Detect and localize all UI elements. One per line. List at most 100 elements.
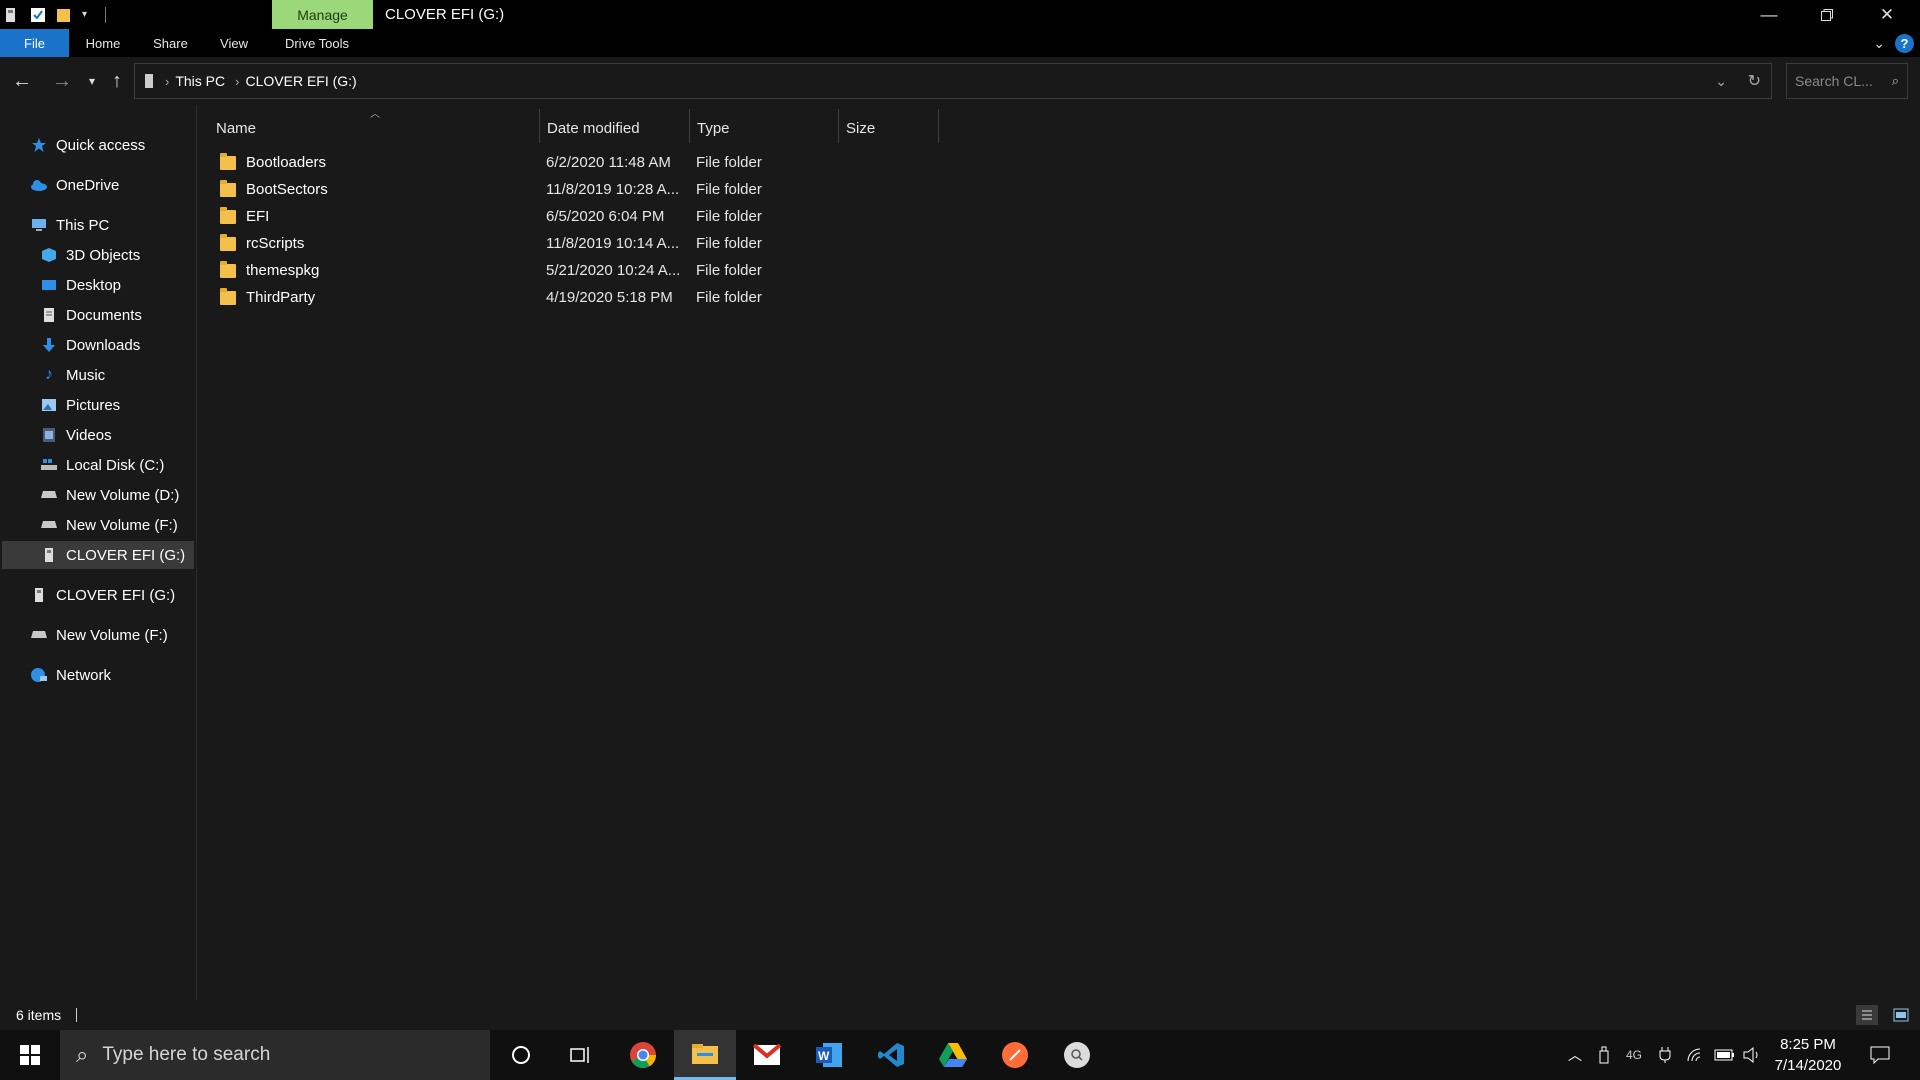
network-icon: [30, 666, 48, 684]
file-date: 11/8/2019 10:28 A...: [546, 181, 680, 198]
sidebar-item-music[interactable]: ♪ Music: [40, 362, 190, 388]
column-divider[interactable]: [938, 109, 939, 143]
expand-ribbon-chevron-icon[interactable]: ⌄: [1873, 35, 1885, 52]
sidebar-item-downloads[interactable]: Downloads: [40, 332, 190, 358]
status-divider: [76, 1008, 77, 1022]
sidebar-item-pictures[interactable]: Pictures: [40, 392, 190, 418]
table-row[interactable]: themespkg 5/21/2020 10:24 A... File fold…: [220, 257, 920, 284]
show-hidden-icons-button[interactable]: ︿: [1562, 1030, 1588, 1080]
start-button[interactable]: [0, 1030, 60, 1080]
table-row[interactable]: BootSectors 11/8/2019 10:28 A... File fo…: [220, 176, 920, 203]
sidebar-item-new-volume-f-root[interactable]: New Volume (F:): [30, 622, 190, 648]
chrome-icon: [630, 1042, 657, 1069]
help-icon[interactable]: ?: [1895, 33, 1914, 53]
taskbar-app-postman[interactable]: [984, 1030, 1046, 1080]
file-name: themespkg: [246, 262, 320, 279]
sidebar-item-new-volume-d[interactable]: New Volume (D:): [40, 482, 190, 508]
cortana-button[interactable]: [490, 1030, 552, 1080]
address-bar[interactable]: › This PC › CLOVER EFI (G:) ⌄ ↻: [134, 63, 1772, 99]
sidebar-item-clover-efi-g[interactable]: CLOVER EFI (G:): [2, 541, 194, 569]
taskbar-app-chrome[interactable]: [612, 1030, 674, 1080]
breadcrumb-this-pc[interactable]: This PC: [175, 73, 225, 89]
table-row[interactable]: rcScripts 11/8/2019 10:14 A... File fold…: [220, 230, 920, 257]
sidebar-item-desktop[interactable]: Desktop: [40, 272, 190, 298]
back-button[interactable]: ←: [10, 69, 34, 93]
svg-text:W: W: [818, 1049, 830, 1063]
taskbar-app-gmail[interactable]: [736, 1030, 798, 1080]
sidebar-item-this-pc[interactable]: This PC: [30, 212, 190, 238]
minimize-button[interactable]: —: [1740, 0, 1798, 29]
item-count: 6 items: [16, 1007, 62, 1023]
restore-button[interactable]: [1798, 0, 1856, 29]
tab-drive-tools[interactable]: Drive Tools: [264, 29, 370, 57]
file-type: File folder: [696, 235, 762, 252]
sidebar-item-label: This PC: [56, 216, 110, 234]
tab-home[interactable]: Home: [69, 29, 137, 57]
taskbar-app-file-explorer[interactable]: [674, 1030, 736, 1080]
sidebar-item-label: Pictures: [66, 396, 121, 414]
taskbar-clock[interactable]: 8:25 PM 7/14/2020: [1768, 1034, 1848, 1076]
properties-icon[interactable]: [30, 7, 45, 23]
drive-icon: [143, 73, 155, 89]
postman-icon: [1002, 1042, 1028, 1068]
address-history-chevron-icon[interactable]: ⌄: [1715, 73, 1727, 90]
column-header-size[interactable]: Size: [838, 109, 938, 147]
close-button[interactable]: ✕: [1858, 0, 1916, 29]
table-row[interactable]: Bootloaders 6/2/2020 11:48 AM File folde…: [220, 149, 920, 176]
forward-button[interactable]: →: [50, 69, 74, 93]
taskbar-app-vscode[interactable]: [860, 1030, 922, 1080]
tab-view[interactable]: View: [204, 29, 264, 57]
sidebar-item-onedrive[interactable]: OneDrive: [30, 172, 190, 198]
battery-icon[interactable]: [1712, 1030, 1738, 1080]
sidebar-item-label: Downloads: [66, 336, 141, 354]
action-center-button[interactable]: [1862, 1030, 1898, 1080]
file-name: Bootloaders: [246, 154, 327, 171]
breadcrumb-clover-efi[interactable]: CLOVER EFI (G:): [245, 73, 356, 89]
table-row[interactable]: EFI 6/5/2020 6:04 PM File folder: [220, 203, 920, 230]
wifi-icon[interactable]: [1682, 1030, 1710, 1080]
search-input[interactable]: Search CL... ⌕: [1786, 63, 1908, 99]
column-header-date-modified[interactable]: Date modified: [539, 109, 689, 147]
drive-icon[interactable]: [4, 7, 18, 23]
mobile-network-label[interactable]: 4G: [1620, 1030, 1648, 1080]
magnifier-app-icon: [1064, 1042, 1090, 1068]
file-type: File folder: [696, 208, 762, 225]
details-view-button[interactable]: [1856, 1005, 1878, 1025]
sidebar-item-videos[interactable]: Videos: [40, 422, 190, 448]
taskbar-app-google-drive[interactable]: [922, 1030, 984, 1080]
recent-locations-button[interactable]: ▾: [80, 69, 104, 93]
taskbar-app-word[interactable]: W: [798, 1030, 860, 1080]
tab-manage[interactable]: Manage: [272, 0, 373, 29]
taskbar-app-search-tool[interactable]: [1046, 1030, 1108, 1080]
file-type: File folder: [696, 262, 762, 279]
refresh-icon[interactable]: ↻: [1748, 71, 1761, 91]
file-date: 5/21/2020 10:24 A...: [546, 262, 681, 279]
task-view-icon: [570, 1047, 589, 1063]
file-type: File folder: [696, 289, 762, 306]
customize-toolbar-chevron-icon[interactable]: ▾: [82, 9, 87, 20]
usb-device-icon[interactable]: [1592, 1030, 1616, 1080]
power-plug-icon[interactable]: [1652, 1030, 1678, 1080]
column-header-type[interactable]: Type: [689, 109, 837, 147]
new-folder-icon[interactable]: [56, 7, 70, 23]
column-header-name[interactable]: Name: [208, 109, 538, 147]
sidebar-item-quick-access[interactable]: Quick access: [30, 132, 190, 158]
tab-share[interactable]: Share: [137, 29, 204, 57]
large-icons-view-button[interactable]: [1890, 1005, 1912, 1025]
volume-icon[interactable]: [1740, 1030, 1766, 1080]
tab-file[interactable]: File: [0, 29, 69, 57]
table-row[interactable]: ThirdParty 4/19/2020 5:18 PM File folder: [220, 284, 920, 311]
sidebar-item-new-volume-f[interactable]: New Volume (F:): [40, 512, 190, 538]
sidebar-item-clover-efi-g-root[interactable]: CLOVER EFI (G:): [30, 582, 190, 608]
up-button[interactable]: ↑: [105, 69, 129, 93]
sidebar-item-documents[interactable]: Documents: [40, 302, 190, 328]
taskbar-search-box[interactable]: ⌕ Type here to search: [60, 1030, 490, 1080]
task-view-button[interactable]: [550, 1030, 612, 1080]
sidebar-item-network[interactable]: Network: [30, 662, 190, 688]
folder-icon: [220, 206, 236, 224]
folder-icon: [220, 179, 236, 197]
sidebar-item-local-disk-c[interactable]: Local Disk (C:): [40, 452, 190, 478]
sidebar-item-3d-objects[interactable]: 3D Objects: [40, 242, 190, 268]
search-icon: ⌕: [1891, 73, 1899, 88]
cube-icon: [40, 246, 58, 264]
